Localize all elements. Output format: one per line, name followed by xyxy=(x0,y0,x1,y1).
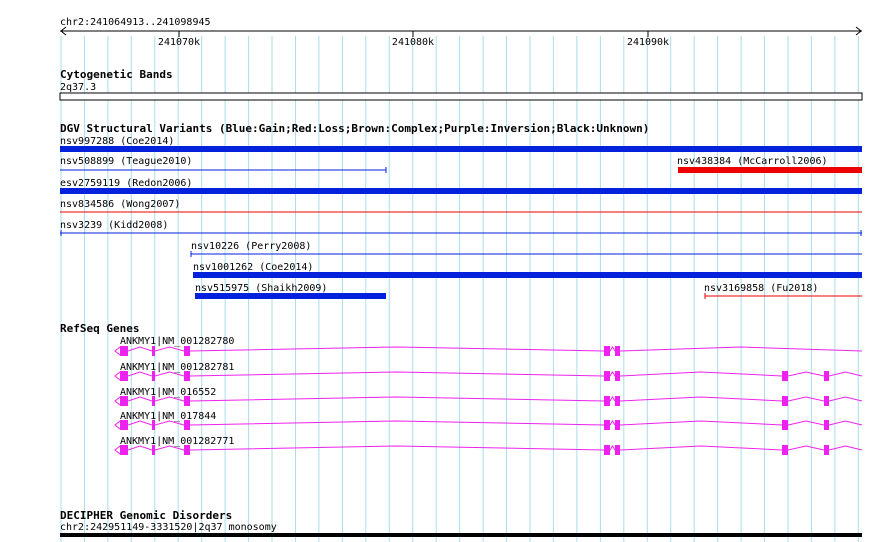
cytoband-label: 2q37.3 xyxy=(60,82,96,93)
decipher-feature-label: chr2:242951149-3331520|2q37 monosomy xyxy=(60,522,277,533)
dgv-track: DGV Structural Variants (Blue:Gain;Red:L… xyxy=(60,122,862,299)
dgv-feature[interactable]: nsv515975 (Shaikh2009) xyxy=(195,283,386,299)
gene-exon xyxy=(782,445,788,455)
gene-exon xyxy=(120,371,128,381)
gene-exon xyxy=(615,371,620,381)
dgv-feature[interactable]: nsv508899 (Teague2010) xyxy=(60,156,387,173)
gene-exon xyxy=(184,346,190,356)
gene-exon xyxy=(184,371,190,381)
dgv-feature-bar[interactable] xyxy=(60,188,862,194)
ruler-tick-label: 241080k xyxy=(392,37,434,48)
gene-exon xyxy=(615,445,620,455)
gene-model[interactable] xyxy=(114,396,863,406)
browser-canvas[interactable]: chr2:241064913..241098945 241070k 241080… xyxy=(0,0,890,542)
dgv-feature-label: nsv438384 (McCarroll2006) xyxy=(677,156,828,167)
gene-exon xyxy=(824,445,829,455)
cytoband-track: Cytogenetic Bands 2q37.3 xyxy=(59,68,863,101)
gene-intron-line xyxy=(127,420,863,426)
dgv-feature[interactable]: nsv10226 (Perry2008) xyxy=(190,241,862,257)
dgv-feature-bar[interactable] xyxy=(678,167,862,173)
cytoband-bar[interactable] xyxy=(59,92,863,101)
refseq-track: RefSeq Genes ANKMY1|NM_001282780 ANKMY1|… xyxy=(60,322,863,455)
gene-label: ANKMY1|NM_001282780 xyxy=(120,336,234,347)
gene-exon xyxy=(615,420,620,430)
cytoband-track-title: Cytogenetic Bands xyxy=(60,68,173,81)
refseq-gene-models: ANKMY1|NM_001282780 ANKMY1|NM_001282781 … xyxy=(114,336,863,455)
strand-arrow-icon xyxy=(114,371,121,381)
gene-exon xyxy=(604,371,610,381)
gene-exon xyxy=(152,445,155,455)
ruler-tick-label: 241070k xyxy=(158,37,200,48)
decipher-track-title: DECIPHER Genomic Disorders xyxy=(60,509,232,522)
dgv-feature-bar[interactable] xyxy=(193,272,862,278)
dgv-feature[interactable]: nsv1001262 (Coe2014) xyxy=(193,262,862,278)
dgv-feature[interactable]: esv2759119 (Redon2006) xyxy=(60,178,862,194)
dgv-feature-label: nsv10226 (Perry2008) xyxy=(191,241,311,252)
gene-exon xyxy=(604,346,610,356)
gene-label: ANKMY1|NM_001282771 xyxy=(120,436,234,447)
dgv-feature[interactable]: nsv3169858 (Fu2018) xyxy=(704,283,862,299)
gene-exon xyxy=(782,420,788,430)
gene-intron-line xyxy=(127,346,863,352)
gene-exon xyxy=(782,371,788,381)
gene-exon xyxy=(152,371,155,381)
gene-exon xyxy=(824,420,829,430)
gene-exon xyxy=(604,445,610,455)
gene-intron-line xyxy=(127,371,863,377)
strand-arrow-icon xyxy=(114,396,121,406)
genome-browser-view: chr2:241064913..241098945 241070k 241080… xyxy=(0,0,890,542)
dgv-feature-label: nsv508899 (Teague2010) xyxy=(60,156,192,167)
ruler-region-label: chr2:241064913..241098945 xyxy=(60,17,211,28)
dgv-feature[interactable]: nsv834586 (Wong2007) xyxy=(60,199,862,213)
gene-exon xyxy=(782,396,788,406)
dgv-feature-label: nsv1001262 (Coe2014) xyxy=(193,262,313,273)
gene-exon xyxy=(120,445,128,455)
gene-exon xyxy=(615,346,620,356)
dgv-feature-label: nsv997288 (Coe2014) xyxy=(60,136,174,147)
dgv-feature-label: esv2759119 (Redon2006) xyxy=(60,178,192,189)
gene-model[interactable] xyxy=(114,346,863,356)
gene-exon xyxy=(184,420,190,430)
strand-arrow-icon xyxy=(114,420,121,430)
gene-exon xyxy=(184,396,190,406)
gene-exon xyxy=(152,396,155,406)
gene-exon xyxy=(120,396,128,406)
strand-arrow-icon xyxy=(114,445,121,455)
gene-exon xyxy=(152,420,155,430)
dgv-feature[interactable]: nsv3239 (Kidd2008) xyxy=(60,220,862,236)
gene-exon xyxy=(824,396,829,406)
ruler[interactable]: chr2:241064913..241098945 241070k 241080… xyxy=(60,17,862,48)
decipher-feature-bar[interactable] xyxy=(60,533,862,537)
gene-intron-line xyxy=(127,445,863,451)
gene-exon xyxy=(615,396,620,406)
gene-exon xyxy=(120,420,128,430)
decipher-track: DECIPHER Genomic Disorders chr2:24295114… xyxy=(60,509,862,537)
gene-exon xyxy=(120,346,128,356)
dgv-feature[interactable]: nsv997288 (Coe2014) xyxy=(60,136,862,152)
gene-label: ANKMY1|NM_001282781 xyxy=(120,362,234,373)
strand-arrow-icon xyxy=(114,346,121,356)
dgv-feature-label: nsv3169858 (Fu2018) xyxy=(704,283,818,294)
gene-intron-line xyxy=(127,396,863,402)
gene-exon xyxy=(184,445,190,455)
gene-exon xyxy=(604,396,610,406)
refseq-track-title: RefSeq Genes xyxy=(60,322,139,335)
gene-label: ANKMY1|NM_017844 xyxy=(120,411,216,422)
dgv-feature-label: nsv3239 (Kidd2008) xyxy=(60,220,168,231)
dgv-feature-label: nsv834586 (Wong2007) xyxy=(60,199,180,210)
dgv-feature-label: nsv515975 (Shaikh2009) xyxy=(195,283,327,294)
dgv-track-title: DGV Structural Variants (Blue:Gain;Red:L… xyxy=(60,122,649,135)
gene-exon xyxy=(604,420,610,430)
dgv-feature-bar[interactable] xyxy=(195,293,386,299)
gene-label: ANKMY1|NM_016552 xyxy=(120,387,216,398)
dgv-feature-bar[interactable] xyxy=(60,146,862,152)
dgv-feature[interactable]: nsv438384 (McCarroll2006) xyxy=(677,156,862,173)
gene-exon xyxy=(152,346,155,356)
gene-model[interactable] xyxy=(114,420,863,430)
ruler-tick-label: 241090k xyxy=(627,37,669,48)
gene-exon xyxy=(824,371,829,381)
